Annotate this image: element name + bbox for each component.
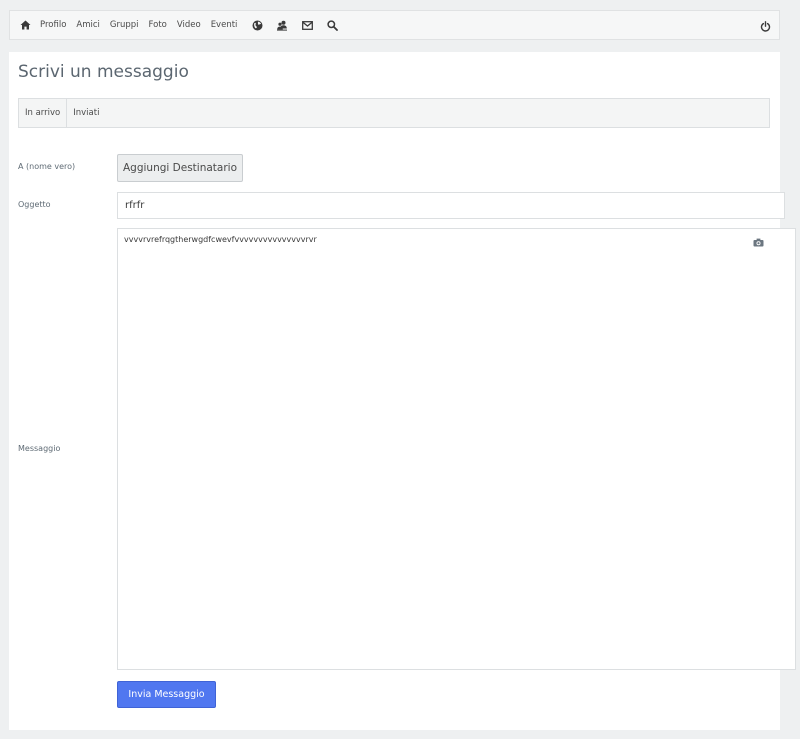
message-editor [117,228,796,670]
search-icon[interactable] [324,17,340,33]
nav-link-foto[interactable]: Foto [149,20,167,30]
nav-link-eventi[interactable]: Eventi [211,20,238,30]
nav-icon-group [249,17,349,33]
add-recipient-button[interactable]: Aggiungi Destinatario [117,154,243,182]
globe-icon[interactable] [249,17,265,33]
message-textarea[interactable] [118,229,795,669]
nav-link-amici[interactable]: Amici [76,20,100,30]
envelope-icon[interactable] [299,17,315,33]
compose-panel: Scrivi un messaggio In arrivo Inviati A … [9,52,796,730]
message-tabs: In arrivo Inviati [18,98,770,128]
subject-input[interactable] [117,192,785,219]
nav-link-gruppi[interactable]: Gruppi [110,20,139,30]
top-nav-bar: Profilo Amici Gruppi Foto Video Eventi [9,10,780,40]
contacts-icon[interactable] [274,17,290,33]
tab-in-arrivo[interactable]: In arrivo [19,99,66,127]
power-icon[interactable] [757,18,773,34]
subject-label: Oggetto [18,200,51,209]
tab-inviati[interactable]: Inviati [66,99,105,127]
send-message-button[interactable]: Invia Messaggio [117,681,216,708]
recipient-label: A (nome vero) [18,162,76,171]
camera-icon[interactable] [752,237,764,248]
page-title: Scrivi un messaggio [18,62,189,82]
message-label: Messaggio [18,444,61,453]
nav-link-profilo[interactable]: Profilo [40,20,66,30]
nav-link-video[interactable]: Video [177,20,201,30]
home-icon[interactable] [17,17,33,33]
